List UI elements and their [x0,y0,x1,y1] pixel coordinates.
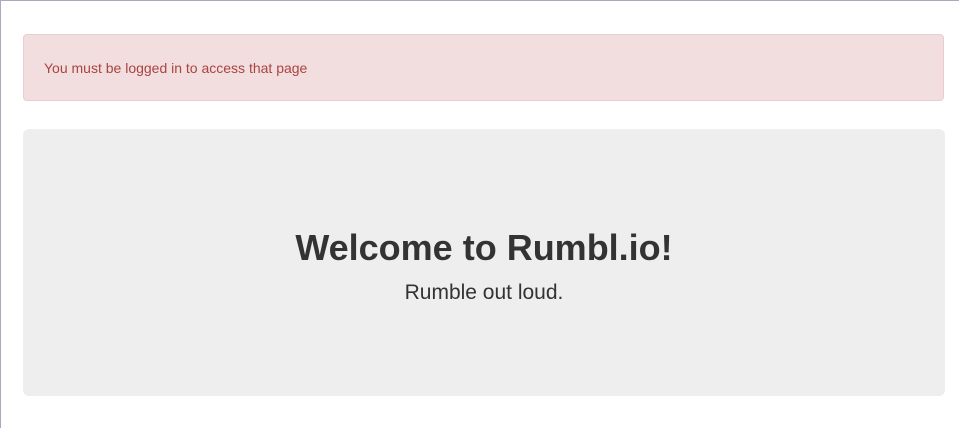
alert-message: You must be logged in to access that pag… [44,59,308,76]
hero-tagline: Rumble out loud. [404,281,564,305]
error-alert: You must be logged in to access that pag… [23,34,944,101]
page-container: You must be logged in to access that pag… [0,0,959,428]
hero-title: Welcome to Rumbl.io! [295,226,673,268]
hero-jumbotron: Welcome to Rumbl.io! Rumble out loud. [23,129,945,396]
